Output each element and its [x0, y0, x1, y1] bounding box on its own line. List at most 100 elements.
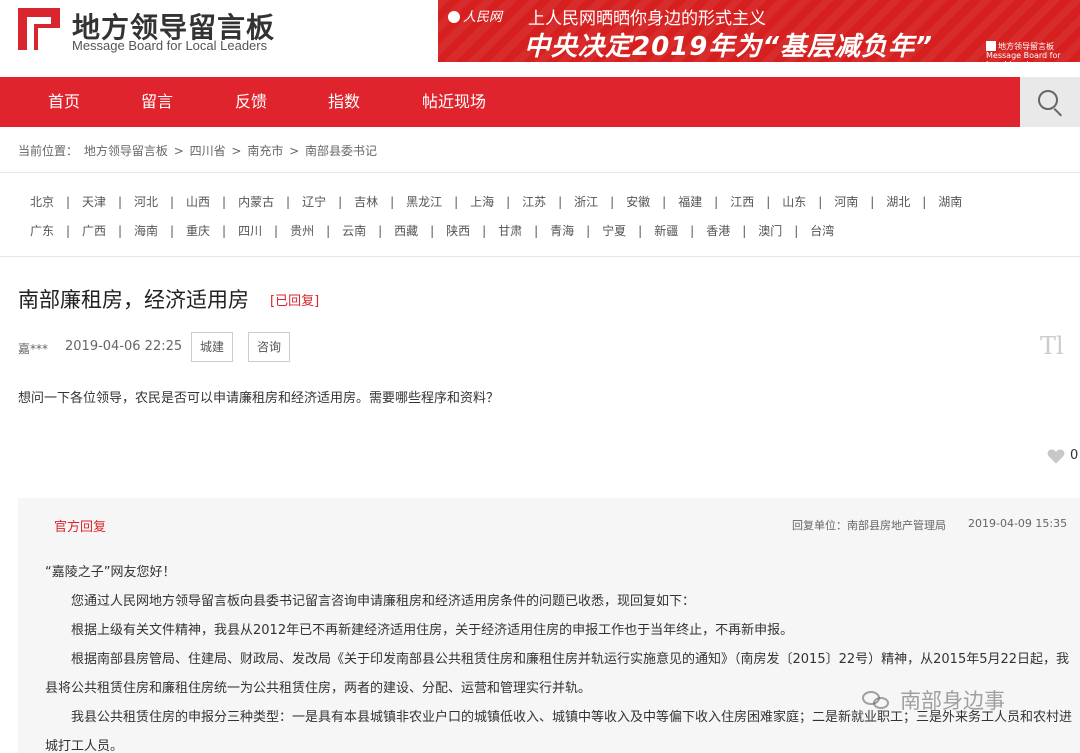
promo-banner[interactable]: 人民网 上人民网晒晒你身边的形式主义 中央决定2019年为“基层减负年” 地方领… — [438, 0, 1080, 62]
separator: | — [338, 195, 343, 209]
nav-home[interactable]: 首页 — [48, 77, 80, 127]
province-link[interactable]: 贵州 — [290, 222, 314, 239]
province-link[interactable]: 河南 — [834, 193, 858, 210]
province-link[interactable]: 四川 — [238, 222, 262, 239]
nav-index[interactable]: 指数 — [328, 77, 360, 127]
banner-logo: 人民网 — [448, 6, 502, 25]
province-link[interactable]: 江西 — [730, 193, 754, 210]
province-link[interactable]: 海南 — [134, 222, 158, 239]
province-list-row-2: 广东 | 广西 | 海南 | 重庆 | 四川 | 贵州 | 云南 | 西藏 | 陕西 | 甘肃 | 青海 | 宁夏 | 新疆 | 香… — [30, 222, 834, 239]
reply-paragraph: 您通过人民网地方领导留言板向县委书记留言咨询申请廉租房和经济适用房条件的问题已收… — [45, 594, 696, 609]
separator: | — [766, 195, 771, 209]
province-link[interactable]: 安徽 — [626, 193, 650, 210]
separator: | — [170, 224, 175, 238]
breadcrumb-item[interactable]: 南充市 — [247, 144, 283, 158]
province-link[interactable]: 澳门 — [758, 222, 782, 239]
reply-text: “嘉陵之子”网友您好！ 您通过人民网地方领导留言板向县委书记留言咨询申请廉租房和… — [45, 558, 1075, 753]
separator: | — [222, 195, 227, 209]
province-link[interactable]: 福建 — [678, 193, 702, 210]
province-link[interactable]: 广西 — [82, 222, 106, 239]
province-link[interactable]: 黑龙江 — [406, 193, 442, 210]
breadcrumb-item[interactable]: 四川省 — [190, 144, 226, 158]
question-body: 想问一下各位领导，农民是否可以申请廉租房和经济适用房。需要哪些程序和资料？ — [18, 391, 500, 406]
province-link[interactable]: 青海 — [550, 222, 574, 239]
province-link[interactable]: 吉林 — [354, 193, 378, 210]
separator: | — [818, 195, 823, 209]
province-link[interactable]: 浙江 — [574, 193, 598, 210]
separator: | — [454, 195, 459, 209]
province-link[interactable]: 云南 — [342, 222, 366, 239]
province-link[interactable]: 内蒙古 — [238, 193, 274, 210]
site-header: 地方领导留言板 Message Board for Local Leaders … — [0, 0, 1080, 77]
separator: | — [274, 224, 279, 238]
province-link[interactable]: 江苏 — [522, 193, 546, 210]
people-logo-icon — [448, 11, 460, 23]
question-user: 嘉*** — [18, 342, 49, 356]
province-list-row-1: 北京 | 天津 | 河北 | 山西 | 内蒙古 | 辽宁 | 吉林 | 黑龙江 | 上海 | 江苏 | 浙江 | 安徽 | 福建… — [30, 193, 962, 210]
province-link[interactable]: 西藏 — [394, 222, 418, 239]
separator: | — [586, 224, 591, 238]
province-link[interactable]: 陕西 — [446, 222, 470, 239]
font-size-icon[interactable]: Tl — [1040, 332, 1064, 360]
separator: | — [118, 224, 123, 238]
separator: | — [714, 195, 719, 209]
banner-main-line: 中央决定2019年为“基层减负年” — [524, 32, 933, 62]
separator: | — [638, 224, 643, 238]
breadcrumb-item[interactable]: 南部县委书记 — [305, 144, 377, 158]
province-link[interactable]: 河北 — [134, 193, 158, 210]
divider — [0, 172, 1080, 173]
province-link[interactable]: 辽宁 — [302, 193, 326, 210]
separator: | — [118, 195, 123, 209]
divider — [0, 256, 1080, 257]
province-link[interactable]: 香港 — [706, 222, 730, 239]
province-link[interactable]: 重庆 — [186, 222, 210, 239]
nav-on-site[interactable]: 帖近现场 — [422, 77, 486, 127]
tag-category[interactable]: 城建 — [191, 332, 234, 362]
reply-date: 2019-04-09 15:35 — [968, 517, 1068, 530]
province-link[interactable]: 甘肃 — [498, 222, 522, 239]
mini-logo-icon — [986, 41, 996, 51]
separator: | — [286, 195, 291, 209]
province-link[interactable]: 广东 — [30, 222, 54, 239]
question-title: 南部廉租房，经济适用房 — [18, 288, 249, 312]
separator: | — [690, 224, 695, 238]
site-subtitle: Message Board for Local Leaders — [72, 38, 268, 53]
status-badge: [已回复] — [270, 294, 320, 309]
separator: | — [390, 195, 395, 209]
separator: | — [534, 224, 539, 238]
tag-type[interactable]: 咨询 — [248, 332, 291, 362]
reply-paragraph: “嘉陵之子”网友您好！ — [45, 565, 176, 580]
search-icon — [1038, 90, 1058, 110]
province-link[interactable]: 山东 — [782, 193, 806, 210]
like-count: 0 — [1070, 448, 1079, 463]
site-logo-icon[interactable] — [18, 8, 60, 50]
province-link[interactable]: 北京 — [30, 193, 54, 210]
nav-messages[interactable]: 留言 — [141, 77, 173, 127]
separator: | — [794, 224, 799, 238]
reply-label: 官方回复 — [54, 520, 107, 535]
separator: | — [482, 224, 487, 238]
separator: | — [430, 224, 435, 238]
banner-mini-logo: 地方领导留言板Message Board for Local Leaders — [986, 41, 1061, 62]
province-link[interactable]: 宁夏 — [602, 222, 626, 239]
separator: | — [922, 195, 927, 209]
separator: | — [662, 195, 667, 209]
watermark: 南部身边事 — [862, 685, 1005, 715]
province-link[interactable]: 台湾 — [810, 222, 834, 239]
breadcrumb-prefix: 当前位置： — [18, 144, 79, 158]
separator: | — [506, 195, 511, 209]
breadcrumb: 当前位置： 地方领导留言板 > 四川省 > 南充市 > 南部县委书记 — [18, 144, 378, 158]
wechat-icon — [862, 689, 892, 711]
province-link[interactable]: 湖北 — [886, 193, 910, 210]
question-date: 2019-04-06 22:25 — [65, 339, 183, 354]
reply-unit: 回复单位：南部县房地产管理局 — [792, 519, 946, 532]
province-link[interactable]: 天津 — [82, 193, 106, 210]
province-link[interactable]: 上海 — [470, 193, 494, 210]
province-link[interactable]: 新疆 — [654, 222, 678, 239]
province-link[interactable]: 湖南 — [938, 193, 962, 210]
search-button[interactable] — [1020, 77, 1080, 127]
province-link[interactable]: 山西 — [186, 193, 210, 210]
nav-feedback[interactable]: 反馈 — [235, 77, 267, 127]
breadcrumb-item[interactable]: 地方领导留言板 — [84, 144, 168, 158]
separator: | — [558, 195, 563, 209]
